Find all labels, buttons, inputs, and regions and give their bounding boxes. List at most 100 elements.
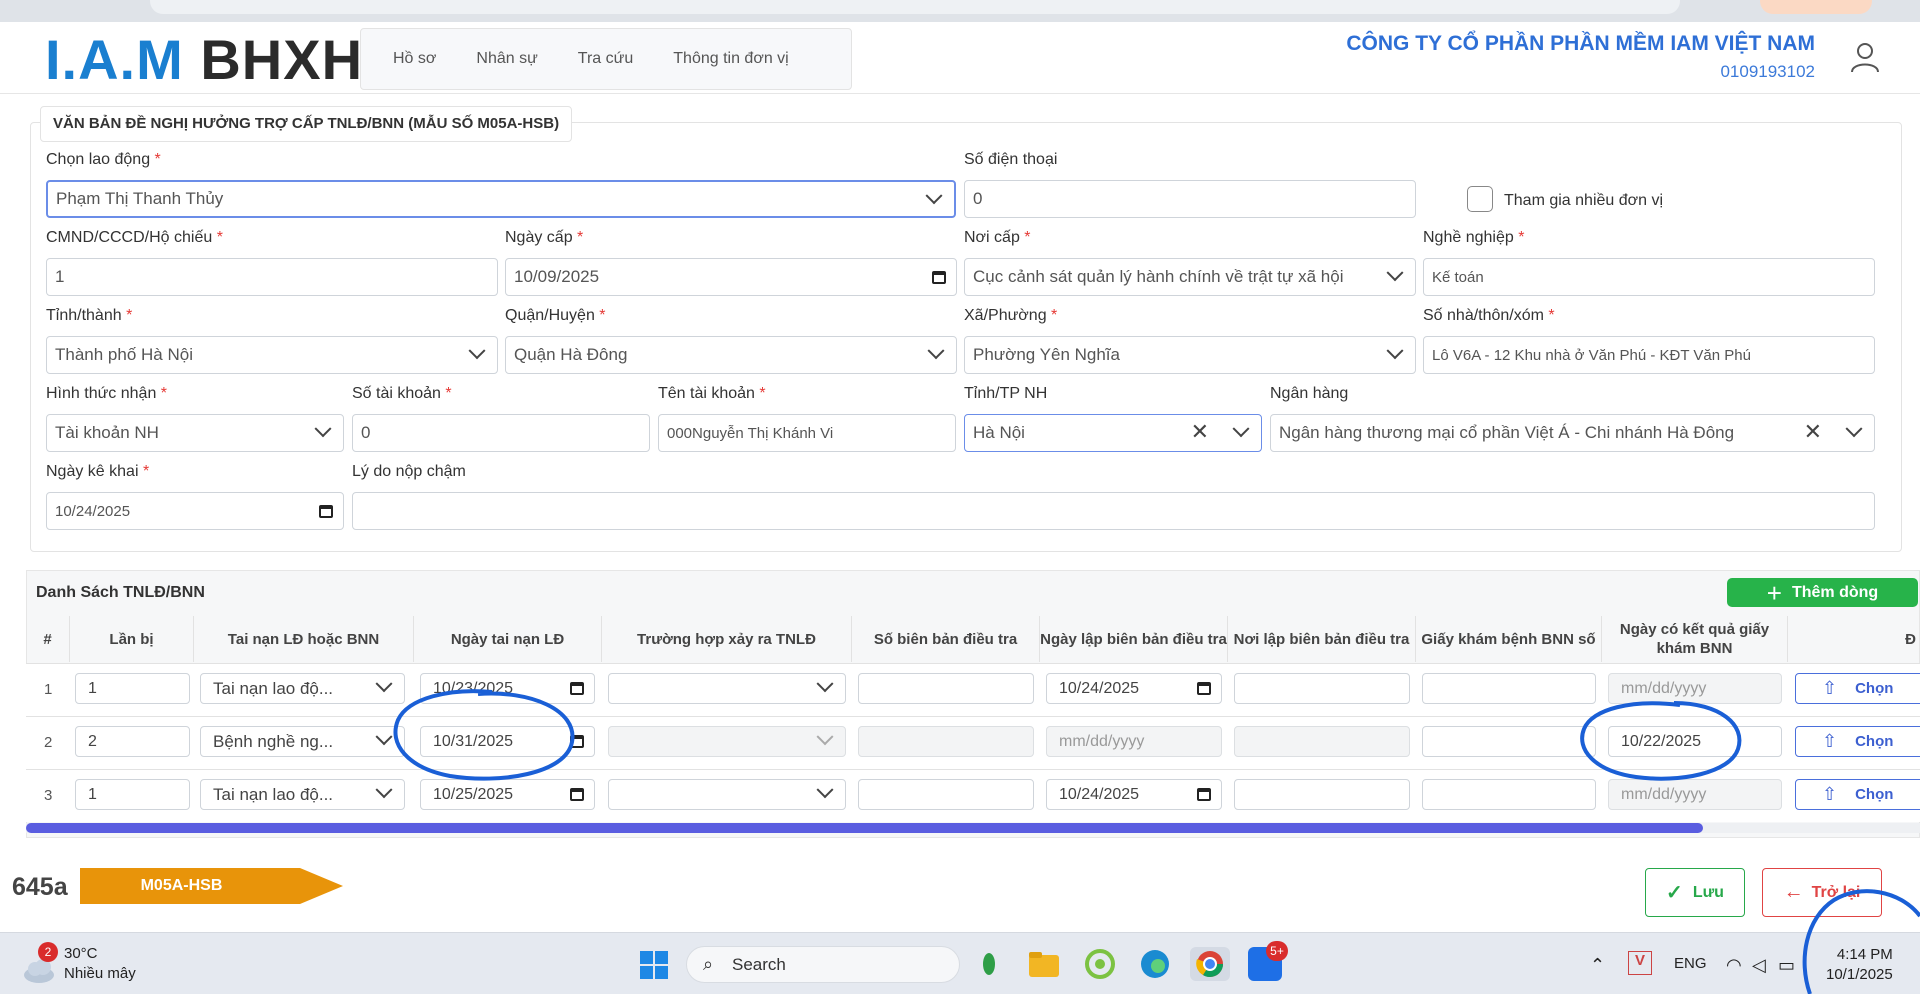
input-ten-tai-khoan[interactable]: 000Nguyễn Thị Khánh Vi (658, 414, 956, 452)
date-ngay-lap[interactable]: 10/24/2025 (1046, 779, 1222, 810)
windows-start-icon[interactable] (640, 951, 668, 979)
input-lan-bi[interactable]: 1 (75, 673, 190, 704)
input-nghe-nghiep[interactable]: Kế toán (1423, 258, 1875, 296)
date-ngay-lap[interactable]: 10/24/2025 (1046, 673, 1222, 704)
calendar-icon[interactable] (570, 682, 584, 695)
scrollbar-thumb[interactable] (26, 823, 1703, 833)
leaf-app-icon[interactable] (975, 947, 1003, 981)
language-indicator[interactable]: ENG (1674, 955, 1707, 972)
select-tinh-thanh[interactable]: Thành phố Hà Nội (46, 336, 498, 374)
logo[interactable]: I.A.M BHXH (45, 30, 363, 90)
upload-button[interactable]: ⇧ Chọn (1795, 673, 1920, 704)
calendar-icon[interactable] (932, 271, 946, 284)
profile-pill[interactable] (1760, 0, 1872, 14)
input-giay-kham[interactable] (1422, 779, 1596, 810)
col-d: Đ (1905, 630, 1916, 648)
clear-icon[interactable]: ✕ (1191, 419, 1209, 445)
antivirus-icon[interactable]: V (1628, 951, 1652, 975)
back-button[interactable]: ← Trở lại (1762, 868, 1882, 917)
select-truong-hop[interactable] (608, 779, 846, 810)
date-ngay-ke-khai[interactable]: 10/24/2025 (46, 492, 344, 530)
date-ngay-tn[interactable]: 10/25/2025 (420, 779, 595, 810)
taskbar-search[interactable]: ⌕ Search (686, 946, 960, 983)
user-icon[interactable] (1848, 40, 1882, 74)
date-ngay-tn[interactable]: 10/31/2025 (420, 726, 595, 757)
input-giay-kham[interactable] (1422, 673, 1596, 704)
select-noi-cap[interactable]: Cục cảnh sát quản lý hành chính về trật … (964, 258, 1416, 296)
input-lan-bi[interactable]: 2 (75, 726, 190, 757)
date-ngay-kq[interactable]: mm/dd/yyyy (1608, 779, 1782, 810)
address-bar[interactable] (150, 0, 1680, 14)
select-hinh-thuc-nhan[interactable]: Tài khoản NH (46, 414, 344, 452)
checkbox-tham-gia[interactable] (1467, 186, 1493, 212)
battery-icon[interactable]: ▭ (1778, 955, 1795, 976)
clear-icon[interactable]: ✕ (1804, 419, 1822, 445)
clock[interactable]: 4:14 PM 10/1/2025 (1826, 945, 1893, 985)
app-icon[interactable] (1083, 947, 1117, 981)
nav-tra-cuu[interactable]: Tra cứu (558, 50, 653, 68)
date-ngay-cap[interactable]: 10/09/2025 (505, 258, 957, 296)
row-number: 1 (44, 681, 53, 698)
label-tinh-tp-nh: Tỉnh/TP NH (964, 385, 1048, 402)
input-so-bien-ban[interactable] (858, 726, 1034, 757)
save-button[interactable]: ✓ Lưu (1645, 868, 1745, 917)
select-loai[interactable]: Tai nạn lao độ... (200, 779, 405, 810)
input-so-bien-ban[interactable] (858, 673, 1034, 704)
select-tinh-tp-nh[interactable]: Hà Nội ✕ (964, 414, 1262, 452)
clock-date: 10/1/2025 (1826, 966, 1893, 983)
calendar-icon[interactable] (319, 505, 333, 518)
volume-icon[interactable]: ◁ (1752, 955, 1766, 976)
nav-thong-tin-don-vi[interactable]: Thông tin đơn vị (653, 50, 808, 68)
chevron-up-icon[interactable]: ⌃ (1590, 955, 1605, 976)
date-ngay-tn[interactable]: 10/23/2025 (420, 673, 595, 704)
tax-code: 0109193102 (1720, 62, 1815, 81)
folder-icon[interactable] (1027, 947, 1061, 981)
input-so-dien-thoai[interactable]: 0 (964, 180, 1416, 218)
select-truong-hop[interactable] (608, 673, 846, 704)
calendar-icon[interactable] (570, 788, 584, 801)
calendar-icon[interactable] (1197, 788, 1211, 801)
label-cmnd: CMND/CCCD/Hộ chiếu * (46, 229, 223, 246)
input-cmnd[interactable]: 1 (46, 258, 498, 296)
chevron-down-icon (375, 728, 393, 746)
input-giay-kham[interactable] (1422, 726, 1596, 757)
input-ly-do[interactable] (352, 492, 1875, 530)
wifi-icon[interactable]: ◠ (1726, 955, 1742, 976)
edge-icon[interactable] (1138, 947, 1172, 981)
select-truong-hop[interactable] (608, 726, 846, 757)
select-loai[interactable]: Tai nạn lao độ... (200, 673, 405, 704)
select-lao-dong[interactable]: Phạm Thị Thanh Thủy (46, 180, 956, 218)
input-lan-bi[interactable]: 1 (75, 779, 190, 810)
input-noi-lap[interactable] (1234, 779, 1410, 810)
upload-button[interactable]: ⇧ Chọn (1795, 726, 1920, 757)
input-so-bien-ban[interactable] (858, 779, 1034, 810)
select-loai[interactable]: Bệnh nghề ng... (200, 726, 405, 757)
arrow-left-icon: ← (1783, 881, 1804, 903)
select-quan-huyen[interactable]: Quận Hà Đông (505, 336, 957, 374)
chevron-down-icon (468, 342, 486, 360)
upload-button[interactable]: ⇧ Chọn (1795, 779, 1920, 810)
nav-nhan-su[interactable]: Nhân sự (456, 50, 557, 68)
input-so-tai-khoan[interactable]: 0 (352, 414, 650, 452)
add-row-button[interactable]: + Thêm dòng (1727, 578, 1918, 607)
select-xa-phuong[interactable]: Phường Yên Nghĩa (964, 336, 1416, 374)
upload-icon: ⇧ (1822, 731, 1838, 751)
chrome-icon[interactable] (1190, 947, 1230, 981)
calendar-icon[interactable] (1197, 682, 1211, 695)
date-ngay-kq[interactable]: mm/dd/yyyy (1608, 673, 1782, 704)
upload-icon: ⇧ (1822, 678, 1838, 698)
input-noi-lap[interactable] (1234, 673, 1410, 704)
chevron-down-icon (375, 675, 393, 693)
chevron-down-icon (1386, 264, 1404, 282)
input-noi-lap[interactable] (1234, 726, 1410, 757)
date-ngay-kq[interactable]: 10/22/2025 (1608, 726, 1782, 757)
nav-ho-so[interactable]: Hồ sơ (373, 50, 456, 68)
upload-icon: ⇧ (1822, 784, 1838, 804)
input-so-nha[interactable]: Lô V6A - 12 Khu nhà ở Văn Phú - KĐT Văn … (1423, 336, 1875, 374)
select-ngan-hang[interactable]: Ngân hàng thương mại cổ phần Việt Á - Ch… (1270, 414, 1875, 452)
col-ngay-kq: Ngày có kết quả giấy khám BNN (1602, 616, 1788, 662)
date-ngay-lap[interactable]: mm/dd/yyyy (1046, 726, 1222, 757)
calendar-icon[interactable] (570, 735, 584, 748)
top-nav: Hồ sơ Nhân sự Tra cứu Thông tin đơn vị (360, 28, 852, 90)
col-num: # (26, 616, 70, 662)
